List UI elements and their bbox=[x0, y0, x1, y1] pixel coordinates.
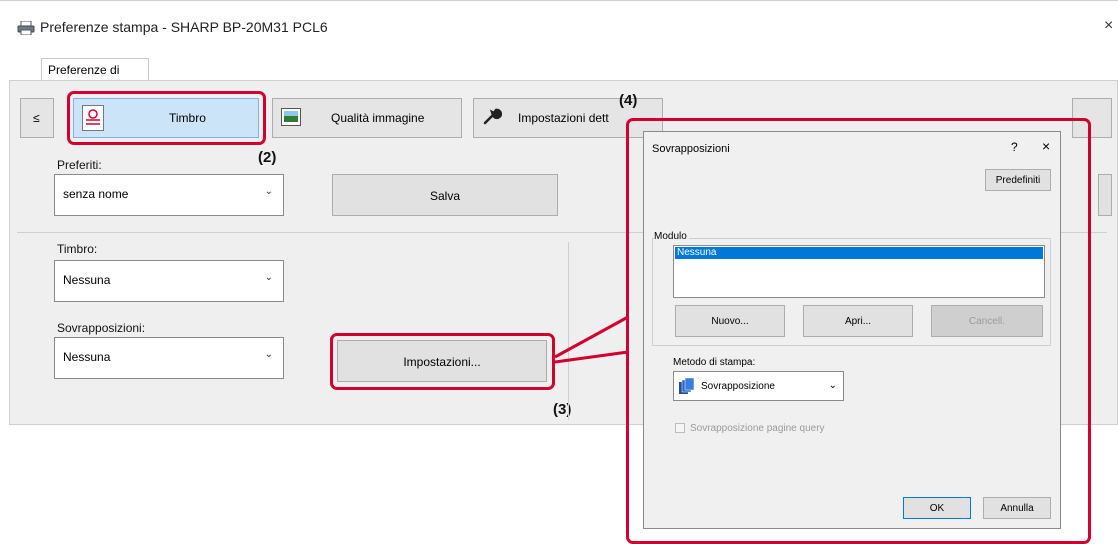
highlight-dialog bbox=[626, 118, 1091, 544]
